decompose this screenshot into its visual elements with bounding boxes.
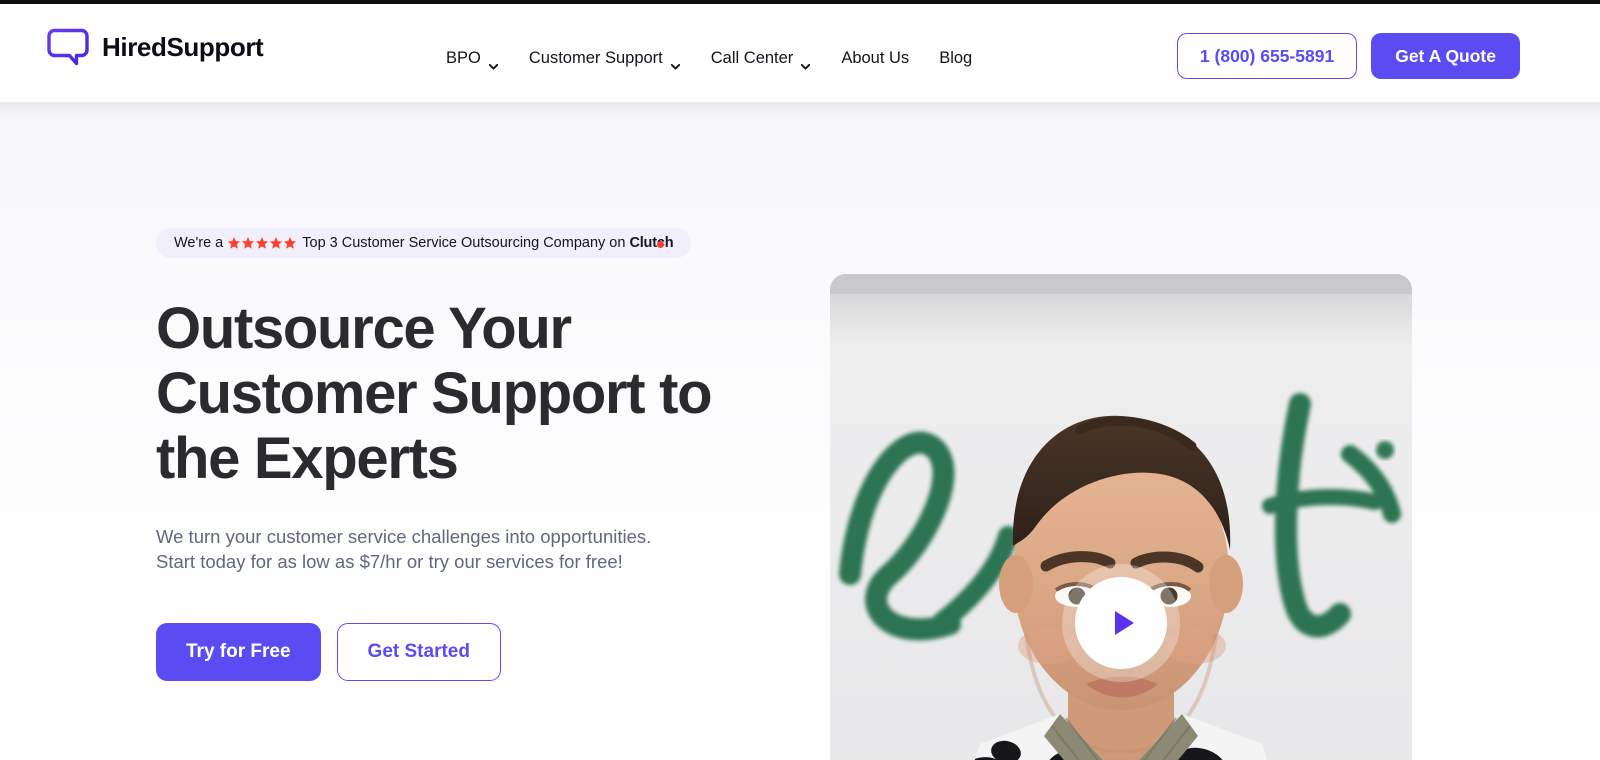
get-started-button[interactable]: Get Started (336, 623, 501, 681)
play-icon (1114, 611, 1134, 635)
star-icon (228, 237, 241, 249)
star-icon (284, 237, 297, 249)
hero-actions: Try for Free Get Started (156, 623, 796, 681)
star-icon (270, 237, 283, 249)
nav-item-label: Blog (939, 49, 973, 67)
star-rating-icons (227, 236, 297, 250)
get-a-quote-button[interactable]: Get A Quote (1371, 33, 1520, 79)
landing-page: HiredSupport BPO Customer Support Call C… (0, 0, 1600, 760)
nav-item-bpo[interactable]: BPO (446, 44, 499, 72)
phone-button[interactable]: 1 (800) 655-5891 (1176, 33, 1358, 79)
try-for-free-button[interactable]: Try for Free (156, 623, 321, 681)
badge-middle-text: Top 3 Customer Service Outsourcing Compa… (302, 235, 626, 251)
site-header: HiredSupport BPO Customer Support Call C… (0, 4, 1600, 102)
nav-item-label: BPO (446, 49, 481, 67)
nav-item-label: Customer Support (528, 49, 663, 67)
hero-video-thumbnail[interactable]: g Director (830, 274, 1412, 760)
hero-content: We're a Top 3 Customer Service Outsourci… (156, 228, 796, 681)
brand-logo[interactable]: HiredSupport (46, 26, 264, 68)
primary-nav: BPO Customer Support Call Center About U… (446, 44, 972, 72)
clutch-award-badge[interactable]: We're a Top 3 Customer Service Outsourci… (156, 228, 692, 258)
video-still-image: g Director (830, 274, 1412, 760)
play-button-halo (1062, 564, 1180, 682)
nav-item-customer-support[interactable]: Customer Support (529, 44, 681, 72)
nav-item-call-center[interactable]: Call Center (711, 44, 812, 72)
header-actions: 1 (800) 655-5891 Get A Quote (1176, 33, 1520, 79)
star-icon (242, 237, 255, 249)
chevron-down-icon (670, 53, 681, 70)
clutch-dot-icon (656, 241, 664, 248)
chevron-down-icon (488, 53, 499, 70)
nav-item-blog[interactable]: Blog (939, 44, 972, 72)
speech-bubble-icon (46, 26, 90, 68)
nav-item-about-us[interactable]: About Us (841, 44, 909, 72)
star-icon (256, 237, 269, 249)
chevron-down-icon (800, 53, 811, 70)
hero-headline: Outsource Your Customer Support to the E… (156, 296, 713, 491)
brand-name: HiredSupport (102, 31, 264, 62)
nav-item-label: Call Center (710, 49, 794, 67)
hero-subheadline: We turn your customer service challenges… (156, 526, 652, 572)
clutch-wordmark: Clutch (629, 235, 673, 251)
play-button[interactable] (1075, 577, 1167, 669)
badge-prefix: We're a (174, 235, 224, 251)
hero-section: We're a Top 3 Customer Service Outsourci… (0, 102, 1600, 760)
nav-item-label: About Us (841, 49, 910, 67)
clutch-label: Clutch (629, 235, 674, 251)
